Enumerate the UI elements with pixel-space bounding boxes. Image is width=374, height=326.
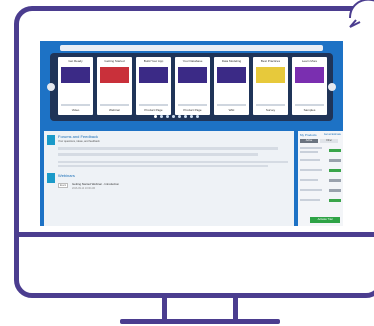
chevron-left-icon[interactable] [47,83,55,91]
product-row [300,159,320,161]
stand-leg-left [162,298,167,320]
pagination-dot[interactable] [196,115,199,118]
forums-title[interactable]: Forums and Feedback [58,134,98,139]
carousel-card[interactable]: Get Ready Video [58,57,93,115]
card-divider [256,104,285,106]
monitor-stand [120,298,280,324]
main-panel: Forums and Feedback Your questions, idea… [44,131,294,226]
card-label: Product Page [144,108,163,112]
card-title: Data Modeling [221,60,242,63]
pagination-dot[interactable] [154,115,157,118]
card-label: Wiki [228,108,235,112]
carousel-card[interactable]: Learn More Samples [292,57,327,115]
products-sidebar: My Products Get an Estimate Active Other… [298,131,343,226]
card-thumbnail [100,67,129,83]
pagination-dot[interactable] [166,115,169,118]
product-row [300,169,322,171]
status-badge [329,159,341,162]
card-title: Getting Started [104,60,125,63]
tab-active[interactable]: Active [300,139,318,143]
status-badge [329,189,341,192]
webinar-title[interactable]: Getting Started Webinar - Introduction [72,182,119,186]
card-thumbnail [139,67,168,83]
screen: Get Ready Video Getting Started Webinar … [40,41,343,226]
card-title: Your Database [182,60,203,63]
tab-other[interactable]: Other [320,139,338,143]
card-label: Video [71,108,80,112]
carousel-card[interactable]: Build Your App Product Page [136,57,171,115]
webinar-date: 2016-09-14 10:00 AM [72,187,95,190]
forum-note [58,161,288,163]
status-badge [329,149,341,152]
card-thumbnail [178,67,207,83]
status-badge [329,169,341,172]
pagination-dot[interactable] [178,115,181,118]
card-title: Learn More [301,60,318,63]
carousel-card[interactable]: Your Database Product Page [175,57,210,115]
search-bar[interactable] [60,45,323,51]
chevron-right-icon[interactable] [328,83,336,91]
carousel-card[interactable]: Best Practices Survey [253,57,288,115]
webinar-icon [47,173,55,183]
product-row [300,147,322,149]
stand-base [120,319,280,324]
forum-note [58,165,268,167]
stand-leg-right [233,298,238,320]
resource-carousel: Get Ready Video Getting Started Webinar … [47,53,336,121]
card-divider [61,104,90,106]
card-label: Samples [303,108,316,112]
pagination-dot[interactable] [190,115,193,118]
forum-icon [47,135,55,145]
forum-links-row[interactable] [58,147,278,150]
card-title: Build Your App [143,60,164,63]
card-thumbnail [256,67,285,83]
webinars-title[interactable]: Webinars [58,173,75,178]
card-label: Webinar [108,108,121,112]
monitor-bezel [14,232,374,298]
card-thumbnail [295,67,324,83]
status-badge [329,179,341,182]
card-divider [178,104,207,106]
card-thumbnail [217,67,246,83]
sidebar-title: My Products [300,133,317,137]
card-divider [217,104,246,106]
card-title: Best Practices [260,60,281,63]
forum-links-row[interactable] [58,153,258,156]
product-row [300,179,318,181]
product-row [300,199,320,201]
activate-trial-button[interactable]: Activate Trial [310,217,340,223]
product-row [300,189,322,191]
card-label: Survey [265,108,276,112]
pagination-dot[interactable] [172,115,175,118]
product-row [300,151,318,153]
card-divider [295,104,324,106]
event-button[interactable]: Event [58,183,68,188]
estimate-link[interactable]: Get an Estimate [324,133,341,136]
carousel-card[interactable]: Data Modeling Wiki [214,57,249,115]
carousel-card[interactable]: Getting Started Webinar [97,57,132,115]
card-label: Product Page [183,108,202,112]
pagination-dot[interactable] [184,115,187,118]
card-thumbnail [61,67,90,83]
card-divider [100,104,129,106]
pagination-dot[interactable] [160,115,163,118]
forums-subtitle: Your questions, ideas, and feedback [58,140,100,143]
speech-bubble-icon [349,0,374,28]
card-title: Get Ready [68,60,83,63]
card-divider [139,104,168,106]
status-badge [329,199,341,202]
carousel-pagination [154,115,199,118]
